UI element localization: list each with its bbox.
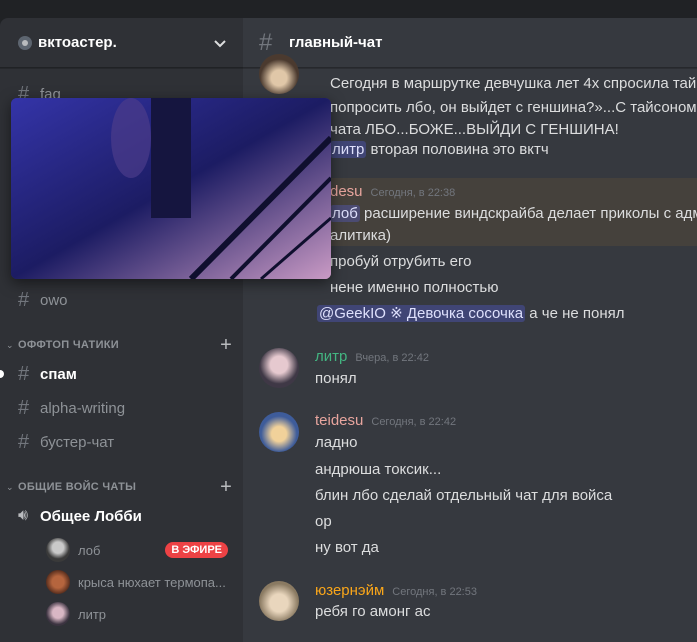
message-line: @GeekIO ※ Девочка сосочка а че не понял	[317, 304, 625, 324]
voice-user-name: крыса нюхает термопа...	[78, 574, 226, 590]
voice-user-litr[interactable]: литр	[46, 600, 236, 628]
channel-header: # главный-чат	[243, 18, 697, 68]
user-mention[interactable]: лоб	[330, 205, 360, 222]
server-header[interactable]: вктоастер.	[0, 18, 243, 68]
avatar[interactable]	[259, 54, 299, 94]
avatar	[46, 538, 70, 562]
channel-label: owo	[40, 291, 68, 309]
speaker-icon: 🔊︎	[18, 507, 29, 524]
window-titlebar	[0, 0, 697, 18]
channel-label: спам	[40, 365, 77, 383]
live-badge: В ЭФИРЕ	[165, 542, 228, 558]
message-line: андрюша токсик...	[315, 461, 442, 478]
message-header: юзернэйм Сегодня, в 22:53	[315, 582, 477, 599]
voice-user-name: литр	[78, 606, 107, 622]
channel-label: бустер-чат	[40, 433, 115, 451]
message-timestamp: Сегодня, в 22:38	[370, 187, 456, 199]
message-line: попросить лбо, он выйдет с геншина?»...С…	[330, 99, 697, 116]
user-mention[interactable]: литр	[330, 141, 367, 158]
message-line: пробуй отрубить его	[330, 253, 472, 270]
hash-icon: #	[18, 362, 30, 385]
hash-icon: #	[18, 396, 30, 419]
message-text: расширение виндскрайба делает приколы с …	[359, 205, 697, 222]
channel-spam[interactable]: # спам	[0, 358, 234, 390]
chevron-down-icon: ⌄	[6, 339, 14, 350]
message-line: нене именно полностью	[330, 279, 499, 296]
message-header: desu Сегодня, в 22:38	[330, 183, 455, 200]
message-line: литр вторая половина это вктч	[330, 140, 549, 160]
channel-booster-chat[interactable]: # бустер-чат	[8, 426, 234, 458]
message-author[interactable]: teidesu	[315, 412, 363, 429]
category-offtop[interactable]: ⌄ ОФФТОП ЧАТИКИ +	[6, 335, 236, 355]
channel-title: главный-чат	[289, 34, 383, 51]
server-boost-icon	[18, 35, 32, 50]
message-line: лоб расширение виндскрайба делает прикол…	[330, 204, 697, 224]
message-author[interactable]: литр	[315, 348, 347, 365]
message-timestamp: Сегодня, в 22:42	[371, 416, 457, 428]
category-label: ОБЩИЕ ВОЙС ЧАТЫ	[18, 481, 137, 493]
channel-label: Общее Лобби	[40, 507, 142, 525]
chevron-down-icon: ⌄	[6, 481, 14, 492]
category-label: ОФФТОП ЧАТИКИ	[18, 339, 120, 351]
hash-icon: #	[18, 288, 30, 311]
channel-owo[interactable]: # owo	[8, 284, 234, 316]
message-line: ладно	[315, 434, 358, 451]
message-line: ну вот да	[315, 539, 379, 556]
chevron-down-icon	[214, 39, 226, 47]
stream-video-preview[interactable]	[11, 98, 331, 279]
message-line: ребя го амонг ас	[315, 603, 431, 620]
avatar[interactable]	[259, 348, 299, 388]
message-text: вторая половина это вктч	[366, 141, 549, 158]
message-header: литр Вчера, в 22:42	[315, 348, 429, 365]
message-timestamp: Вчера, в 22:42	[355, 352, 429, 364]
voice-user-name: лоб	[78, 542, 101, 558]
avatar[interactable]	[259, 581, 299, 621]
user-mention[interactable]: @GeekIO ※ Девочка сосочка	[317, 305, 526, 322]
message-line: понял	[315, 370, 357, 387]
avatar	[46, 602, 70, 626]
hash-icon: #	[18, 430, 30, 453]
message-text: а че не понял	[525, 305, 625, 322]
message-line: ор	[315, 513, 332, 530]
server-name: вктоастер.	[38, 34, 117, 51]
message-line: блин лбо сделай отдельный чат для войса	[315, 487, 613, 504]
message-timestamp: Сегодня, в 22:53	[392, 586, 477, 598]
category-voice[interactable]: ⌄ ОБЩИЕ ВОЙС ЧАТЫ +	[6, 477, 236, 497]
avatar	[46, 570, 70, 594]
message-author[interactable]: юзернэйм	[315, 582, 384, 599]
hash-icon: #	[259, 28, 273, 56]
message-header: teidesu Сегодня, в 22:42	[315, 412, 456, 429]
message-line: чата ЛБО...БОЖЕ...ВЫЙДИ С ГЕНШИНА!	[330, 121, 619, 138]
message-author[interactable]: desu	[330, 183, 363, 200]
message-line: Сегодня в маршрутке девчушка лет 4х спро…	[330, 75, 697, 92]
unread-indicator	[0, 370, 4, 378]
voice-user-lob[interactable]: лоб В ЭФИРЕ	[46, 536, 236, 564]
add-channel-icon[interactable]: +	[216, 335, 236, 355]
channel-label: alpha-writing	[40, 399, 126, 417]
message-line: алитика)	[330, 227, 391, 244]
video-frame	[11, 98, 331, 279]
add-channel-icon[interactable]: +	[216, 477, 236, 497]
voice-channel-lobby[interactable]: 🔊︎ Общее Лобби	[8, 500, 234, 532]
channel-alpha-writing[interactable]: # alpha-writing	[8, 392, 234, 424]
avatar[interactable]	[259, 412, 299, 452]
voice-user-rat[interactable]: крыса нюхает термопа...	[46, 568, 236, 596]
